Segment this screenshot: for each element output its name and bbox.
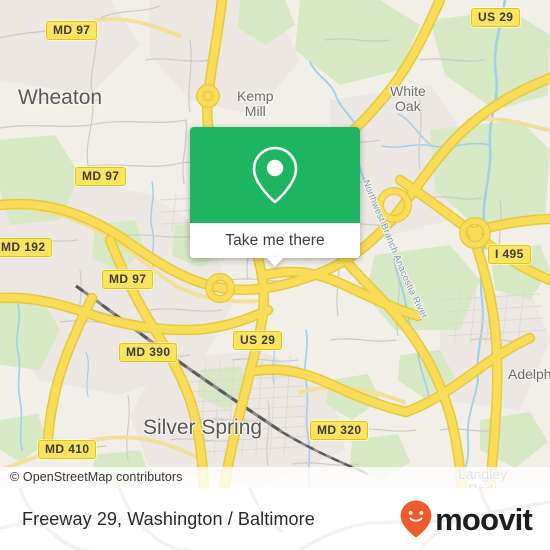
route-shield-md-192: MD 192	[0, 238, 53, 257]
moovit-logo[interactable]: moovit	[399, 499, 533, 539]
route-shield-i-495: I 495	[488, 245, 531, 264]
route-shield-us-29-south: US 29	[233, 331, 283, 350]
route-shield-md-97-south: MD 97	[102, 270, 154, 289]
moovit-station-map-screen: Northwest Branch Anacostia River Wheaton…	[0, 0, 550, 550]
moovit-wordmark: moovit	[435, 501, 533, 537]
route-shield-md-410: MD 410	[38, 440, 97, 459]
route-shield-us-29-north: US 29	[471, 8, 521, 27]
route-shield-md-97-north: MD 97	[46, 21, 98, 40]
callout-body: Take me there	[190, 127, 360, 258]
route-shield-md-390: MD 390	[119, 343, 178, 362]
route-shield-md-320: MD 320	[310, 421, 369, 440]
route-shield-md-97-mid: MD 97	[75, 167, 127, 186]
map-pin-icon	[252, 146, 298, 204]
take-me-there-callout[interactable]: Take me there	[190, 127, 360, 267]
callout-action-bar[interactable]: Take me there	[190, 223, 360, 258]
map-canvas[interactable]: Northwest Branch Anacostia River Wheaton…	[0, 0, 550, 488]
footer-bar: Freeway 29, Washington / Baltimore moovi…	[0, 488, 550, 550]
callout-image-panel	[190, 127, 360, 223]
moovit-pin-icon	[400, 500, 432, 538]
station-title: Freeway 29, Washington / Baltimore	[22, 508, 315, 529]
callout-pointer-tail	[266, 257, 284, 267]
map-attribution[interactable]: © OpenStreetMap contributors	[0, 467, 550, 488]
take-me-there-label: Take me there	[225, 231, 325, 249]
